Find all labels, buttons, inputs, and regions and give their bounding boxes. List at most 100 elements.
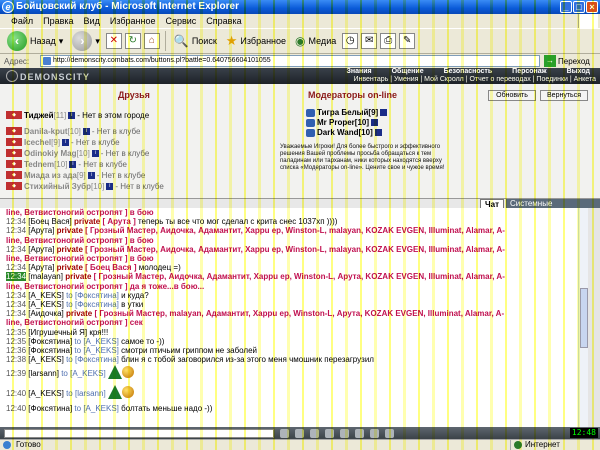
return-button[interactable]: Вернуться <box>540 90 588 101</box>
info-icon[interactable]: i <box>91 149 99 157</box>
maximize-button[interactable]: □ <box>573 1 585 13</box>
info-icon[interactable]: i <box>82 127 90 135</box>
chat-sender[interactable]: [larsann] <box>28 369 59 378</box>
chat-recipient[interactable]: [larsann] <box>75 389 106 398</box>
nav-knowledge[interactable]: Знания <box>336 68 381 76</box>
chat-time[interactable]: 12:35 <box>6 328 26 337</box>
smiles-icon[interactable] <box>310 428 319 438</box>
info-icon[interactable] <box>380 109 388 116</box>
chat-recipients[interactable]: [ Грозный Мастер, Аидочка, Адамантит, Xa… <box>85 245 505 254</box>
chat-sender[interactable]: [Фоксятина] <box>28 337 72 346</box>
info-icon[interactable]: i <box>87 171 95 179</box>
mail-icon[interactable]: ✉ <box>361 33 378 49</box>
media-button[interactable]: ◉ Медиа <box>292 30 339 52</box>
exit-chat-icon[interactable] <box>385 428 394 438</box>
chat-sender[interactable]: [Фоксятина] <box>28 346 72 355</box>
chat-recipient[interactable]: [Фоксятина] <box>75 300 119 309</box>
chat-recipient[interactable]: [Фоксятина] <box>75 355 119 364</box>
refresh-button[interactable]: Обновить <box>488 90 536 101</box>
stop-icon[interactable]: ✕ <box>105 33 122 49</box>
chat-sender[interactable]: [Арута] <box>28 263 54 272</box>
chat-sender[interactable]: [Аидочка] <box>28 309 63 318</box>
menu-file[interactable]: Файл <box>6 14 38 28</box>
menu-edit[interactable]: Правка <box>38 14 78 28</box>
menu-view[interactable]: Вид <box>79 14 105 28</box>
friend-nick[interactable]: Миада из ада <box>24 171 77 180</box>
favorites-button[interactable]: ★ Избранное <box>223 30 289 52</box>
friend-item[interactable]: ◆ Odinokiy Mag [10] i - Нет в клубе <box>6 148 149 158</box>
chat-sender[interactable]: [Игрушечный Я] <box>28 328 87 337</box>
friend-nick[interactable]: Tednem <box>24 160 54 169</box>
moderator-nick[interactable]: Mr Proper <box>317 118 355 127</box>
chat-time[interactable]: 12:36 <box>6 346 26 355</box>
chat-recipients[interactable]: [ Грозный Мастер, Аидочка, Адамантит, Xa… <box>85 226 505 235</box>
chat-recipient[interactable]: [A_KEKS] <box>70 369 106 378</box>
edit-icon[interactable]: ✎ <box>399 33 416 49</box>
friend-nick[interactable]: Icechel <box>24 138 51 147</box>
info-icon[interactable] <box>374 129 382 136</box>
chat-sender[interactable]: [Фоксятина] <box>28 404 72 413</box>
site-subnav[interactable]: Инвентарь | Умения | Мой Скролл | Отчет … <box>353 76 596 84</box>
go-button[interactable]: → Переход <box>544 55 590 67</box>
clear-icon[interactable] <box>295 428 304 438</box>
friend-nick[interactable]: Тиджей <box>24 111 54 120</box>
chat-recipient[interactable]: [A_KEKS] <box>83 404 119 413</box>
chat-time[interactable]: 12:34 <box>6 226 26 235</box>
history-icon[interactable]: ◷ <box>342 33 359 49</box>
info-icon[interactable]: i <box>69 160 77 168</box>
friend-item[interactable]: ◆ Стихийный Зубр [10] i - Нет в клубе <box>6 181 164 191</box>
friend-item[interactable]: ◆ Тиджей [11] i - Нет в этом городе <box>6 110 149 120</box>
settings-icon[interactable] <box>370 428 379 438</box>
moderator-item[interactable]: Тигра Белый [9] <box>306 108 388 117</box>
chat-sender[interactable]: [Арута] <box>28 226 54 235</box>
chat-sender[interactable]: [A_KEKS] <box>28 355 64 364</box>
chat-time[interactable]: 12:34 <box>6 217 26 226</box>
nav-security[interactable]: Безопасность <box>434 68 503 76</box>
chat-time[interactable]: 12:34 <box>6 263 26 272</box>
menu-favorites[interactable]: Избранное <box>105 14 161 28</box>
print-icon[interactable]: ⎙ <box>380 33 397 49</box>
friend-nick[interactable]: Стихийный Зубр <box>24 182 91 191</box>
back-button[interactable]: ‹ Назад ▾ <box>4 30 66 52</box>
chat-time[interactable]: 12:39 <box>6 369 26 378</box>
chat-time[interactable]: 12:35 <box>6 337 26 346</box>
moderator-item[interactable]: Mr Proper [10] <box>306 118 379 127</box>
friend-item[interactable]: ◆ Миада из ада [9] i - Нет в клубе <box>6 170 145 180</box>
address-input[interactable]: http://demonscity.combats.com/buttons.pl… <box>40 55 540 67</box>
friend-item[interactable]: ◆ Danila-kput [10] i - Нет в клубе <box>6 126 140 136</box>
chat-time[interactable]: 12:34 <box>6 245 26 254</box>
refresh-chat-icon[interactable] <box>355 428 364 438</box>
chat-sender[interactable]: [A_KEKS] <box>28 300 64 309</box>
scrollbar-thumb[interactable] <box>580 288 588 348</box>
chat-recipient[interactable]: [Фоксятина] <box>75 291 119 300</box>
chat-time[interactable]: 12:40 <box>6 404 26 413</box>
chat-time[interactable]: 12:34 <box>6 291 26 300</box>
home-icon[interactable]: ⌂ <box>143 33 160 49</box>
friend-nick[interactable]: Danila-kput <box>24 127 68 136</box>
minimize-button[interactable]: _ <box>560 1 572 13</box>
chat-time[interactable]: 12:40 <box>6 389 26 398</box>
info-icon[interactable]: i <box>62 138 70 146</box>
chat-time[interactable]: 12:34 <box>6 309 26 318</box>
chat-sender[interactable]: [Арута] <box>28 245 54 254</box>
chat-input[interactable] <box>4 428 274 438</box>
chat-sender[interactable]: [malayan] <box>28 272 63 281</box>
friend-item[interactable]: ◆ Icechel [9] i - Нет в клубе <box>6 137 120 147</box>
chat-recipient[interactable]: [A_KEKS] <box>83 337 119 346</box>
chat-recipient[interactable]: [A_KEKS] <box>83 346 119 355</box>
search-button[interactable]: 🔍 Поиск <box>171 30 220 52</box>
chat-recipients[interactable]: [ Арута ] <box>102 217 135 226</box>
refresh-icon[interactable]: ↻ <box>124 33 141 49</box>
friend-item[interactable]: ◆ Tednem [10] i - Нет в клубе <box>6 159 127 169</box>
chat-sender[interactable]: [Боец Вася] <box>28 217 72 226</box>
nav-character[interactable]: Персонаж <box>502 68 556 76</box>
nav-communication[interactable]: Общение <box>382 68 434 76</box>
info-icon[interactable]: i <box>106 182 114 190</box>
chat-time[interactable]: 12:34 <box>6 300 26 309</box>
info-icon[interactable] <box>371 119 379 126</box>
nav-exit[interactable]: Выход <box>557 68 600 76</box>
translit-icon[interactable] <box>340 428 349 438</box>
chat-scrollbar[interactable] <box>578 208 588 427</box>
chat-recipients[interactable]: [ Грозный Мастер, Аидочка, Адамантит, Xa… <box>94 272 505 281</box>
info-icon[interactable]: i <box>68 111 76 119</box>
